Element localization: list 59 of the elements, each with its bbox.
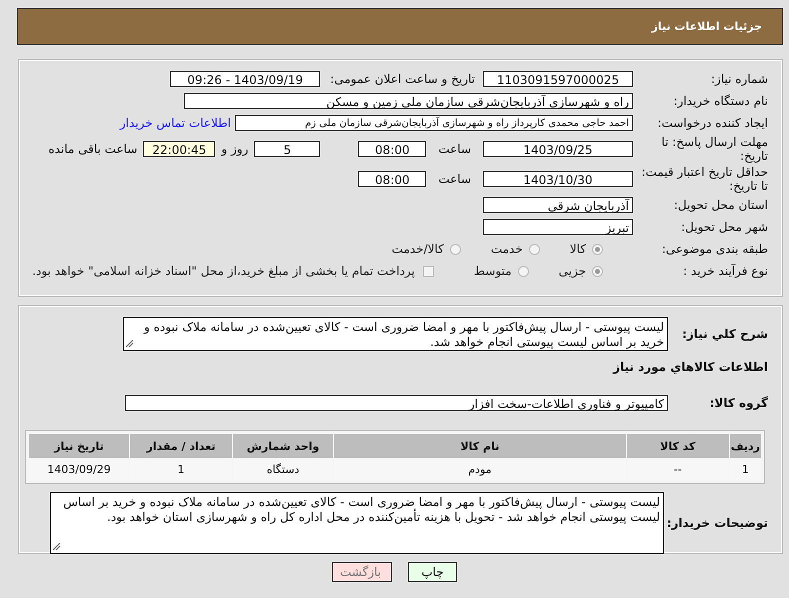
radio-button[interactable] — [528, 244, 540, 254]
radio-button[interactable] — [518, 266, 529, 276]
date-field[interactable]: 1403/09/25 — [483, 141, 633, 157]
notes-text: لیست پیوستی - ارسال پیش‌فاکتور با مهر و امضا ضروری است - کالای تعیین‌شده در سامانه ملاک نبوده و خرید بر اساس لیست پیوستی انجام خواهد شد - تحویل با هزینه تأمین‌کننده در محل اداره کل راه و شهرسازی استان خواهد بود. — [63, 495, 660, 524]
field-label: شهر محل تحویل: — [680, 220, 768, 234]
column-header: کد کالا — [626, 434, 729, 458]
time-field[interactable]: 08:00 — [358, 171, 426, 187]
field-label: نام دستگاه خریدار: — [672, 94, 768, 108]
checkbox[interactable] — [422, 266, 434, 276]
text-field[interactable]: تبریز — [483, 219, 633, 235]
column-header: تاریخ نیاز — [29, 434, 129, 458]
text-field[interactable]: آذربایجان شرقی — [483, 197, 633, 213]
column-header: ردیف — [730, 434, 761, 458]
field-label: شماره نیاز: — [710, 72, 768, 86]
time-field[interactable]: 08:00 — [358, 141, 426, 157]
field-label: استان محل تحویل: — [672, 198, 768, 212]
column-header: نام کالا — [334, 434, 626, 458]
field-label: تاريخ و ساعت اعلان عمومی: — [330, 72, 475, 86]
column-header: واحد شمارش — [233, 434, 333, 458]
description-text: لیست پیوستی - ارسال پیش‌فاکتور با مهر و امضا ضروری است - کالای تعیین‌شده در سامانه ملاک نبوده و خرید بر اساس لیست پیوستی انجام خواهد شد. — [144, 320, 664, 349]
back-button[interactable]: بازگشت — [332, 562, 392, 582]
field-label: ساعت — [438, 142, 471, 156]
resize-grip-icon[interactable] — [126, 340, 134, 348]
field-label: نوع فرآیند خرید : — [682, 264, 768, 278]
field-label: شرح کلي نياز: — [681, 327, 768, 341]
text-field[interactable]: 1403/09/19 - 09:26 — [170, 71, 320, 87]
field-label: گروه کالا: — [708, 396, 768, 410]
text-field[interactable]: احمد حاجی محمدی کارپرداز راه و شهرسازی آذربایجان‌شرقی سازمان ملی زم — [235, 115, 633, 131]
radio-label: جزیی — [558, 264, 586, 278]
text-field[interactable]: راه و شهرسازی آذربایجان‌شرقی سازمان ملی زمین و مسکن — [184, 93, 633, 109]
radio-label: کالا/خدمت — [392, 242, 444, 256]
field-label: ایجاد کننده درخواست: — [656, 116, 768, 130]
description-textarea[interactable]: لیست پیوستی - ارسال پیش‌فاکتور با مهر و امضا ضروری است - کالای تعیین‌شده در سامانه ملاک نبوده و خرید بر اساس لیست پیوستی انجام خواهد شد. — [123, 317, 668, 351]
page-title: جزئیات اطلاعات نیاز — [652, 20, 762, 33]
field-label: ساعت — [438, 172, 471, 186]
field-label: حداقل تاریخ اعتبار قیمت: تا تاریخ: — [640, 165, 768, 193]
contact-link[interactable]: اطلاعات تماس خریدار — [120, 116, 231, 130]
days-field: 5 — [254, 141, 320, 157]
radio-label: متوسط — [474, 264, 512, 278]
field-label: روز و — [221, 142, 248, 156]
section-title: اطلاعات کالاهاي مورد نياز — [612, 360, 768, 374]
field-label: توضیحات خریدار: — [666, 516, 768, 530]
radio-button[interactable] — [592, 244, 603, 254]
text-field[interactable]: 1103091597000025 — [483, 71, 633, 87]
column-header: تعداد / مقدار — [130, 434, 232, 458]
radio-label: کالا — [570, 242, 586, 256]
remaining-time-field: 22:00:45 — [143, 141, 216, 157]
date-field[interactable]: 1403/10/30 — [483, 171, 633, 187]
notes-textarea[interactable] — [50, 492, 664, 554]
radio-button[interactable] — [592, 266, 603, 276]
checkbox-label: پرداخت تمام یا بخشی از مبلغ خرید،از محل "اسناد خزانه اسلامی" خواهد بود. — [32, 264, 415, 278]
text-field[interactable]: کامپیوتر و فناوری اطلاعات-سخت افزار — [125, 395, 668, 411]
field-label: طبقه بندی موضوعی: — [660, 242, 768, 256]
field-label: ساعت باقی مانده — [48, 142, 138, 156]
radio-button[interactable] — [450, 244, 461, 254]
radio-label: خدمت — [490, 242, 523, 256]
field-label: مهلت ارسال پاسخ: تا تاریخ: — [660, 135, 768, 163]
resize-grip-icon[interactable] — [53, 543, 61, 551]
print-button[interactable]: چاپ — [408, 562, 457, 582]
